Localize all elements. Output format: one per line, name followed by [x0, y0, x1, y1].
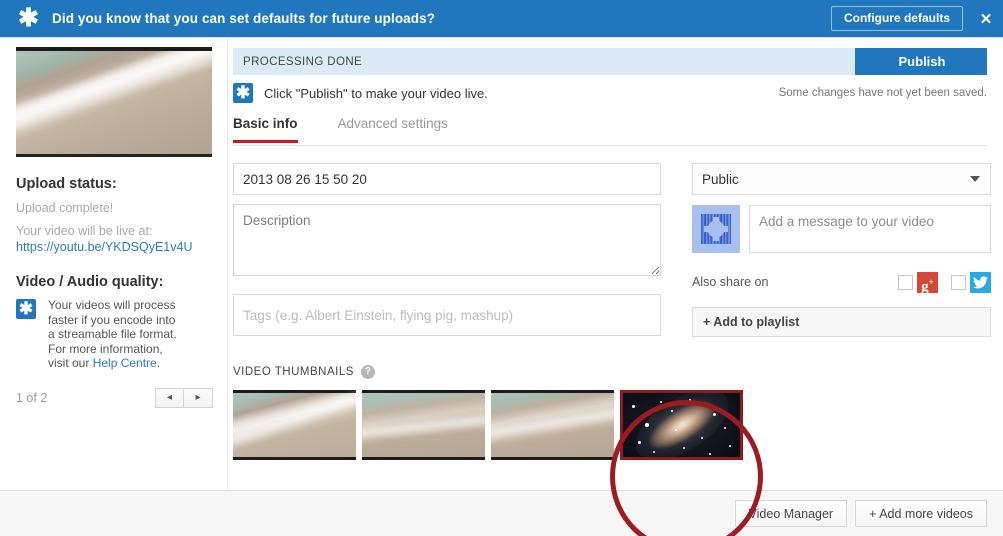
- video-description-textarea[interactable]: [233, 204, 661, 276]
- upload-sidebar: Upload status: Upload complete! Your vid…: [0, 38, 228, 493]
- star-icon: ✱: [16, 299, 36, 319]
- publish-note-row: ✱ Click "Publish" to make your video liv…: [233, 83, 987, 103]
- share-message-textarea[interactable]: [749, 205, 991, 253]
- upload-main-panel: PROCESSING DONE Publish ✱ Click "Publish…: [229, 38, 1003, 493]
- processing-status-row: PROCESSING DONE Publish: [233, 48, 987, 75]
- quality-tip: ✱ Your videos will process faster if you…: [16, 298, 213, 371]
- google-plus-icon[interactable]: g+: [917, 271, 938, 295]
- upload-status-heading: Upload status:: [16, 176, 117, 192]
- basic-info-right-column: Public Also share on: [692, 163, 991, 337]
- sidebar-pagination: 1 of 2 ◂ ▸: [16, 387, 213, 408]
- also-share-row: Also share on g+: [692, 271, 991, 295]
- star-icon: ✱: [233, 83, 253, 103]
- basic-info-left-column: [233, 163, 661, 337]
- share-message-row: [692, 205, 991, 258]
- thumbnail-custom[interactable]: [620, 390, 743, 460]
- chevron-left-icon[interactable]: ◂: [155, 387, 184, 408]
- quality-tip-text-end: .: [156, 356, 161, 370]
- star-icon: ✱: [18, 3, 39, 32]
- quality-heading: Video / Audio quality:: [16, 274, 164, 290]
- info-tabs: Basic info Advanced settings: [233, 116, 987, 146]
- processing-status-bar: PROCESSING DONE: [233, 48, 857, 75]
- add-to-playlist-button[interactable]: + Add to playlist: [692, 307, 991, 337]
- publish-button[interactable]: Publish: [857, 48, 987, 75]
- privacy-select[interactable]: Public: [692, 163, 991, 195]
- footer-action-bar: Video Manager + Add more videos: [0, 490, 1003, 536]
- live-at-label: Your video will be live at:: [16, 224, 153, 238]
- chevron-down-icon: [970, 176, 980, 182]
- thumbnail-options: [233, 390, 987, 460]
- help-icon[interactable]: ?: [360, 365, 375, 379]
- close-icon[interactable]: ✕: [969, 10, 1003, 28]
- add-more-videos-button[interactable]: + Add more videos: [855, 500, 987, 527]
- configure-defaults-button[interactable]: Configure defaults: [830, 6, 963, 31]
- chevron-right-icon[interactable]: ▸: [184, 387, 213, 408]
- video-preview-thumbnail: [16, 47, 212, 157]
- defaults-notification-banner: ✱ Did you know that you can set defaults…: [0, 0, 1003, 37]
- google-plus-share-checkbox[interactable]: [898, 274, 913, 290]
- twitter-icon[interactable]: [970, 271, 991, 293]
- tab-advanced-settings[interactable]: Advanced settings: [338, 116, 448, 143]
- video-url-link[interactable]: https://youtu.be/YKDSQyE1v4U: [16, 240, 213, 254]
- thumbnail-option-1[interactable]: [233, 390, 356, 460]
- publish-note-text: Click "Publish" to make your video live.: [264, 85, 488, 101]
- video-thumbnails-heading: VIDEO THUMBNAILS: [233, 366, 354, 378]
- also-share-label: Also share on: [692, 275, 769, 289]
- avatar: [692, 205, 740, 253]
- help-centre-link[interactable]: Help Centre: [93, 356, 157, 370]
- thumbnail-option-2[interactable]: [362, 390, 485, 460]
- star-field: [623, 393, 740, 457]
- video-thumbnails-section: VIDEO THUMBNAILS ?: [233, 363, 987, 460]
- tab-basic-info[interactable]: Basic info: [233, 116, 298, 143]
- unsaved-changes-text: Some changes have not yet been saved.: [778, 87, 987, 99]
- upload-status-value: Upload complete!: [16, 201, 114, 215]
- processing-status-text: PROCESSING DONE: [243, 55, 363, 68]
- twitter-share-checkbox[interactable]: [951, 274, 966, 290]
- banner-message: Did you know that you can set defaults f…: [52, 11, 436, 26]
- video-manager-button[interactable]: Video Manager: [734, 500, 848, 527]
- video-tags-input[interactable]: [233, 294, 661, 336]
- pagination-count: 1 of 2: [16, 390, 48, 405]
- thumbnail-option-3[interactable]: [491, 390, 614, 460]
- video-title-input[interactable]: [233, 163, 661, 195]
- page-body: Upload status: Upload complete! Your vid…: [0, 37, 1003, 536]
- youtube-upload-page: ✱ Did you know that you can set defaults…: [0, 0, 1003, 536]
